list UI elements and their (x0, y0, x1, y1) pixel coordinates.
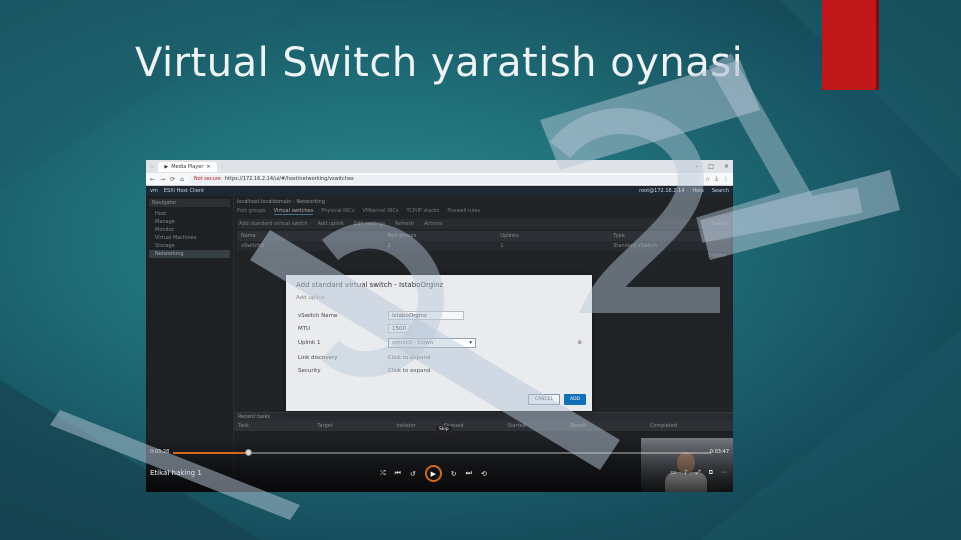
accent-bar (822, 0, 879, 90)
uplink1-select[interactable]: vmnic0 - Down ▾ (388, 338, 476, 348)
uplink1-label: Uplink 1 (298, 340, 321, 346)
vmware-logo: vm (150, 188, 158, 194)
browser-logo-icon: ◉ (150, 163, 155, 170)
mtu-input[interactable]: 1500 (388, 324, 410, 333)
url-field[interactable]: Not secure https://172.16.2.14/ui/#/host… (188, 174, 700, 184)
dialog-buttons: CANCEL ADD (527, 394, 586, 405)
mtu-label: MTU (298, 325, 311, 332)
browser-titlebar: ◉ ▶ Media Player × + – □ × (146, 160, 733, 173)
add-vswitch-dialog: Add standard virtual switch - IstaboOrgi… (286, 275, 592, 411)
screenshot-window: ◉ ▶ Media Player × + – □ × ← → ⟳ ⌂ Not s… (146, 160, 733, 492)
more-icon[interactable]: ⋯ (721, 469, 727, 477)
play-button[interactable]: ▶ (424, 465, 442, 482)
repeat-icon[interactable]: ⟲ (481, 470, 487, 478)
browser-tab[interactable]: ▶ Media Player × (158, 161, 217, 172)
tab-close-icon[interactable]: × (206, 164, 210, 170)
not-secure-label: Not secure (193, 176, 221, 182)
volume-icon[interactable]: ♪ (684, 469, 688, 477)
tab-icon: ▶ (164, 163, 169, 170)
field-security[interactable]: Security Click to expand (296, 364, 582, 377)
field-uplink1: Uplink 1 vmnic0 - Down ▾ ⊗ (296, 335, 582, 351)
fullscreen-icon[interactable]: ⤢ (696, 469, 701, 477)
slide-title: Virtual Switch yaratish oynasi (135, 40, 744, 86)
link-discovery-expand[interactable]: Click to expand (388, 355, 431, 361)
download-icon[interactable]: ⤓ (715, 175, 718, 183)
add-uplink-link[interactable]: Add uplink (296, 295, 582, 301)
next-icon[interactable]: ⏭ (466, 469, 472, 478)
playback-controls: ⤮ ⏮ ↺ ▶ ↻ ⏭ ⟲ (380, 465, 487, 482)
time-total: 0:03:47 (709, 449, 729, 455)
add-button[interactable]: ADD (563, 394, 586, 405)
esxi-header: vm ESXi Host Client root@172.16.2.14 Hel… (146, 186, 733, 196)
time-elapsed: 0:03:28 (150, 449, 170, 455)
home-icon[interactable]: ⌂ (180, 176, 184, 183)
captions-icon[interactable]: ▭ (670, 469, 676, 477)
reload-icon[interactable]: ⟳ (170, 176, 175, 183)
dialog-title: Add standard virtual switch - IstaboOrgi… (296, 281, 444, 289)
progress-bar[interactable] (173, 449, 711, 456)
url-text: https://172.16.2.14/ui/#/host/networking… (224, 176, 354, 182)
close-icon[interactable]: × (724, 163, 729, 170)
field-link-discovery[interactable]: Link discovery Click to expand (296, 351, 582, 364)
video-title: Etikal haking 1 (150, 469, 202, 477)
window-controls: – □ × (695, 163, 729, 170)
address-bar: ← → ⟳ ⌂ Not secure https://172.16.2.14/u… (146, 173, 733, 186)
star-icon[interactable]: ☆ (705, 176, 710, 183)
maximize-icon[interactable]: □ (708, 163, 714, 170)
progress-knob[interactable] (245, 449, 253, 456)
search-box[interactable]: Search (712, 188, 729, 194)
cancel-button[interactable]: CANCEL (527, 394, 560, 405)
player-right-controls: ▭ ♪ ⤢ ⧉ ⋯ (670, 469, 727, 477)
vswitch-name-input[interactable]: IstaboOrginz (388, 311, 464, 320)
product-name: ESXi Host Client (163, 188, 205, 194)
field-vswitch-name: vSwitch Name IstaboOrginz (296, 309, 582, 322)
video-player-controls: 0:03:28 0:03:47 Etikal haking 1 ⤮ ⏮ ↺ ▶ … (146, 438, 733, 492)
menu-icon[interactable]: ⋮ (723, 176, 729, 183)
chevron-down-icon: ▾ (469, 340, 472, 346)
security-expand[interactable]: Click to expand (388, 368, 431, 374)
field-mtu: MTU 1500 (296, 322, 582, 335)
uplink1-value: vmnic0 - Down (392, 340, 434, 346)
miniplayer-icon[interactable]: ⧉ (709, 469, 713, 477)
tab-label: Media Player (171, 163, 204, 170)
skip-tooltip: Skip (436, 426, 452, 433)
minimize-icon[interactable]: – (695, 163, 698, 170)
rewind-icon[interactable]: ↺ (410, 470, 416, 478)
back-icon[interactable]: ← (150, 176, 155, 183)
link-discovery-label: Link discovery (298, 354, 338, 361)
remove-uplink-icon[interactable]: ⊗ (577, 340, 582, 346)
forward-icon[interactable]: → (160, 176, 165, 183)
new-tab-icon[interactable]: + (221, 164, 225, 170)
previous-icon[interactable]: ⏮ (395, 469, 401, 478)
help-menu[interactable]: Help (692, 188, 703, 194)
security-label: Security (298, 367, 321, 374)
vswitch-name-label: vSwitch Name (298, 312, 338, 319)
progress-fill (173, 452, 249, 454)
shuffle-icon[interactable]: ⤮ (380, 469, 386, 478)
forward-skip-icon[interactable]: ↻ (451, 470, 457, 478)
user-menu[interactable]: root@172.16.2.14 (639, 188, 684, 194)
